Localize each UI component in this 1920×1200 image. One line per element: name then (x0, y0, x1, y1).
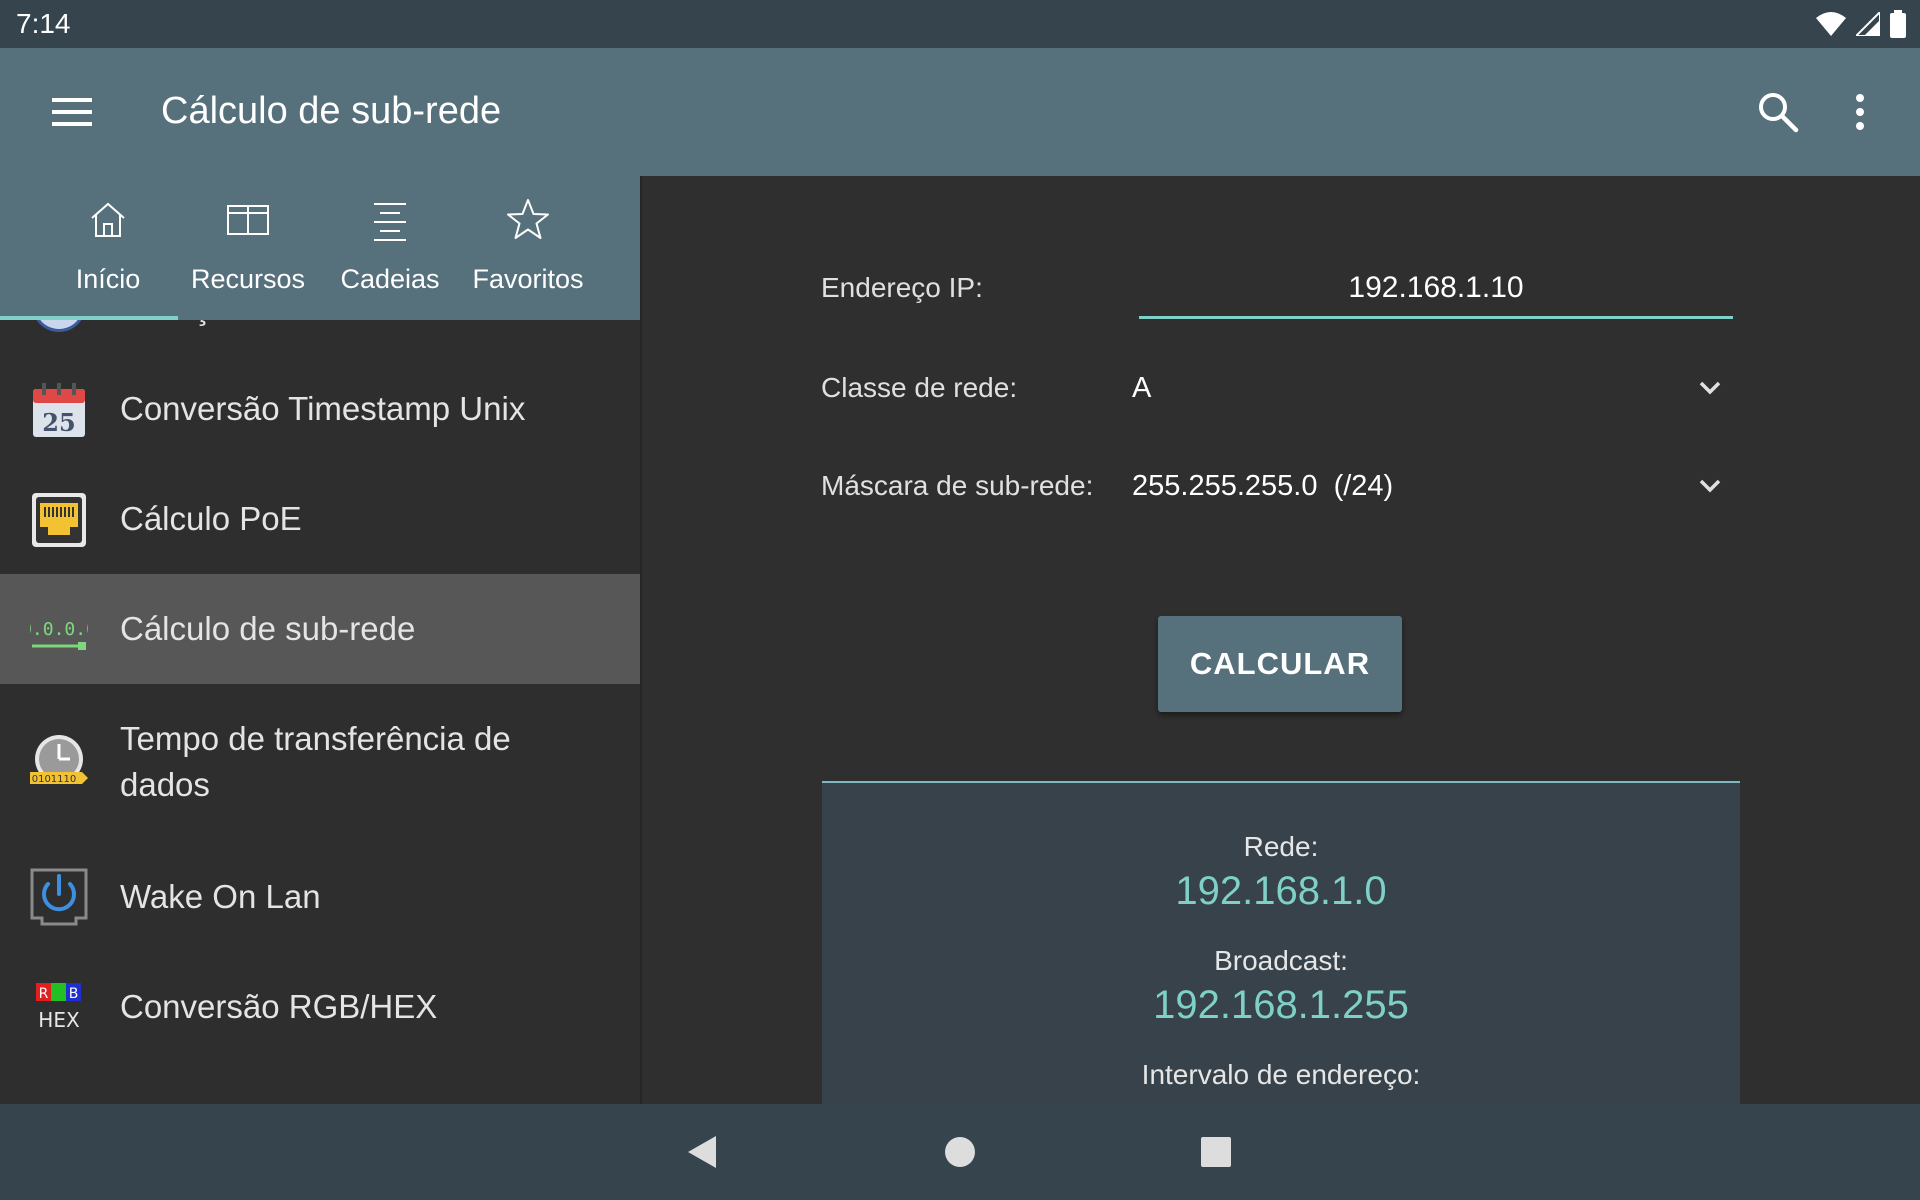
address-range-label: Intervalo de endereço: (1141, 1059, 1421, 1090)
rgb-hex-icon: R B HEX (36, 983, 81, 1032)
list-item-poe[interactable]: Cálculo PoE (0, 464, 640, 574)
tab-recursos[interactable]: Recursos (178, 176, 318, 320)
signal-icon (1856, 12, 1880, 36)
item-label: Cálculo PoE (120, 500, 302, 537)
power-icon (30, 868, 88, 926)
battery-icon (1890, 10, 1906, 38)
status-bar: 7:14 (0, 0, 1920, 48)
tab-label: Recursos (190, 264, 306, 294)
clock-data-icon: 0101110 (30, 735, 88, 785)
item-label: Conversão RGB/HEX (120, 988, 438, 1025)
home-button-icon[interactable] (942, 1134, 978, 1170)
tab-bar: Início Recursos Cadeias Favoritos (0, 176, 640, 320)
ip-label: Endereço IP: (821, 272, 983, 303)
calendar-icon: 25 (33, 383, 85, 437)
status-icons (1816, 10, 1906, 38)
tab-inicio[interactable]: Início (0, 176, 178, 320)
more-options-icon[interactable] (1850, 90, 1870, 134)
recents-icon[interactable] (1198, 1134, 1234, 1170)
calculator-panel: Endereço IP: 192.168.1.10 Classe de rede… (642, 176, 1920, 1104)
tab-label: Início (75, 264, 141, 294)
svg-text:HEX: HEX (38, 1008, 80, 1032)
list-item-timestamp[interactable]: 25 Conversão Timestamp Unix (0, 354, 640, 464)
subnet-icon-text: 0.0.0.0 (30, 619, 88, 640)
svg-text:B: B (69, 986, 79, 1002)
status-time: 7:14 (16, 8, 71, 39)
tab-indicator (0, 316, 178, 320)
subnet-mask-select[interactable]: 255.255.255.0 (/24) (1132, 454, 1742, 520)
network-class-value: A (1132, 372, 1152, 404)
item-label: Conversão Timestamp Unix (120, 390, 526, 427)
lines-icon (374, 203, 406, 241)
subnet-mask-label: Máscara de sub-rede: (821, 470, 1094, 501)
network-class-select[interactable]: A (1132, 356, 1742, 422)
clock-icon-text: 0101110 (32, 774, 77, 785)
chevron-down-icon (1699, 381, 1721, 395)
item-label: Wake On Lan (120, 878, 321, 915)
svg-text:R: R (39, 986, 49, 1002)
network-result-label: Rede: (1243, 831, 1319, 862)
ethernet-port-icon (32, 493, 86, 547)
subnet-mask-value: 255.255.255.0 (/24) (1132, 470, 1394, 502)
calculate-button[interactable]: CALCULAR (1158, 616, 1402, 712)
home-icon (91, 202, 125, 237)
tools-panel: Início Recursos Cadeias Favoritos 25 Con… (0, 176, 642, 1104)
tab-label: Favoritos (472, 264, 584, 294)
page-title: Cálculo de sub-rede (161, 90, 502, 132)
tab-favoritos[interactable]: Favoritos (458, 176, 598, 320)
app-bar: Cálculo de sub-rede (0, 48, 1920, 176)
star-icon (507, 199, 549, 239)
network-result-value: 192.168.1.0 (1175, 869, 1387, 913)
ip-address-input[interactable]: 192.168.1.10 (1139, 260, 1733, 319)
network-class-label: Classe de rede: (821, 372, 1018, 403)
list-item-subnet[interactable]: 0.0.0.0 Cálculo de sub-rede (0, 574, 640, 684)
item-label: Tempo de transferência de dados (120, 720, 511, 803)
search-icon[interactable] (1756, 90, 1800, 134)
tab-label: Cadeias (340, 264, 440, 294)
book-icon (227, 205, 269, 235)
list-item-wake-on-lan[interactable]: Wake On Lan (0, 842, 640, 952)
item-label: Cálculo de sub-rede (120, 610, 416, 647)
broadcast-result-value: 192.168.1.255 (1153, 983, 1409, 1027)
wifi-icon (1816, 12, 1846, 36)
list-item-rgb-hex[interactable]: R B HEX Conversão RGB/HEX (0, 952, 640, 1062)
menu-icon[interactable] (52, 94, 92, 130)
list-item-transfer-time[interactable]: 0101110 Tempo de transferência de dados (0, 684, 640, 842)
chevron-down-icon (1699, 479, 1721, 493)
results-card: Rede: 192.168.1.0 Broadcast: 192.168.1.2… (822, 781, 1740, 1104)
back-icon[interactable] (684, 1134, 720, 1170)
calendar-icon-text: 25 (42, 408, 75, 437)
broadcast-result-label: Broadcast: (1214, 945, 1348, 976)
navigation-bar (0, 1104, 1920, 1200)
subnet-icon: 0.0.0.0 (30, 619, 88, 650)
tab-cadeias[interactable]: Cadeias (320, 176, 460, 320)
